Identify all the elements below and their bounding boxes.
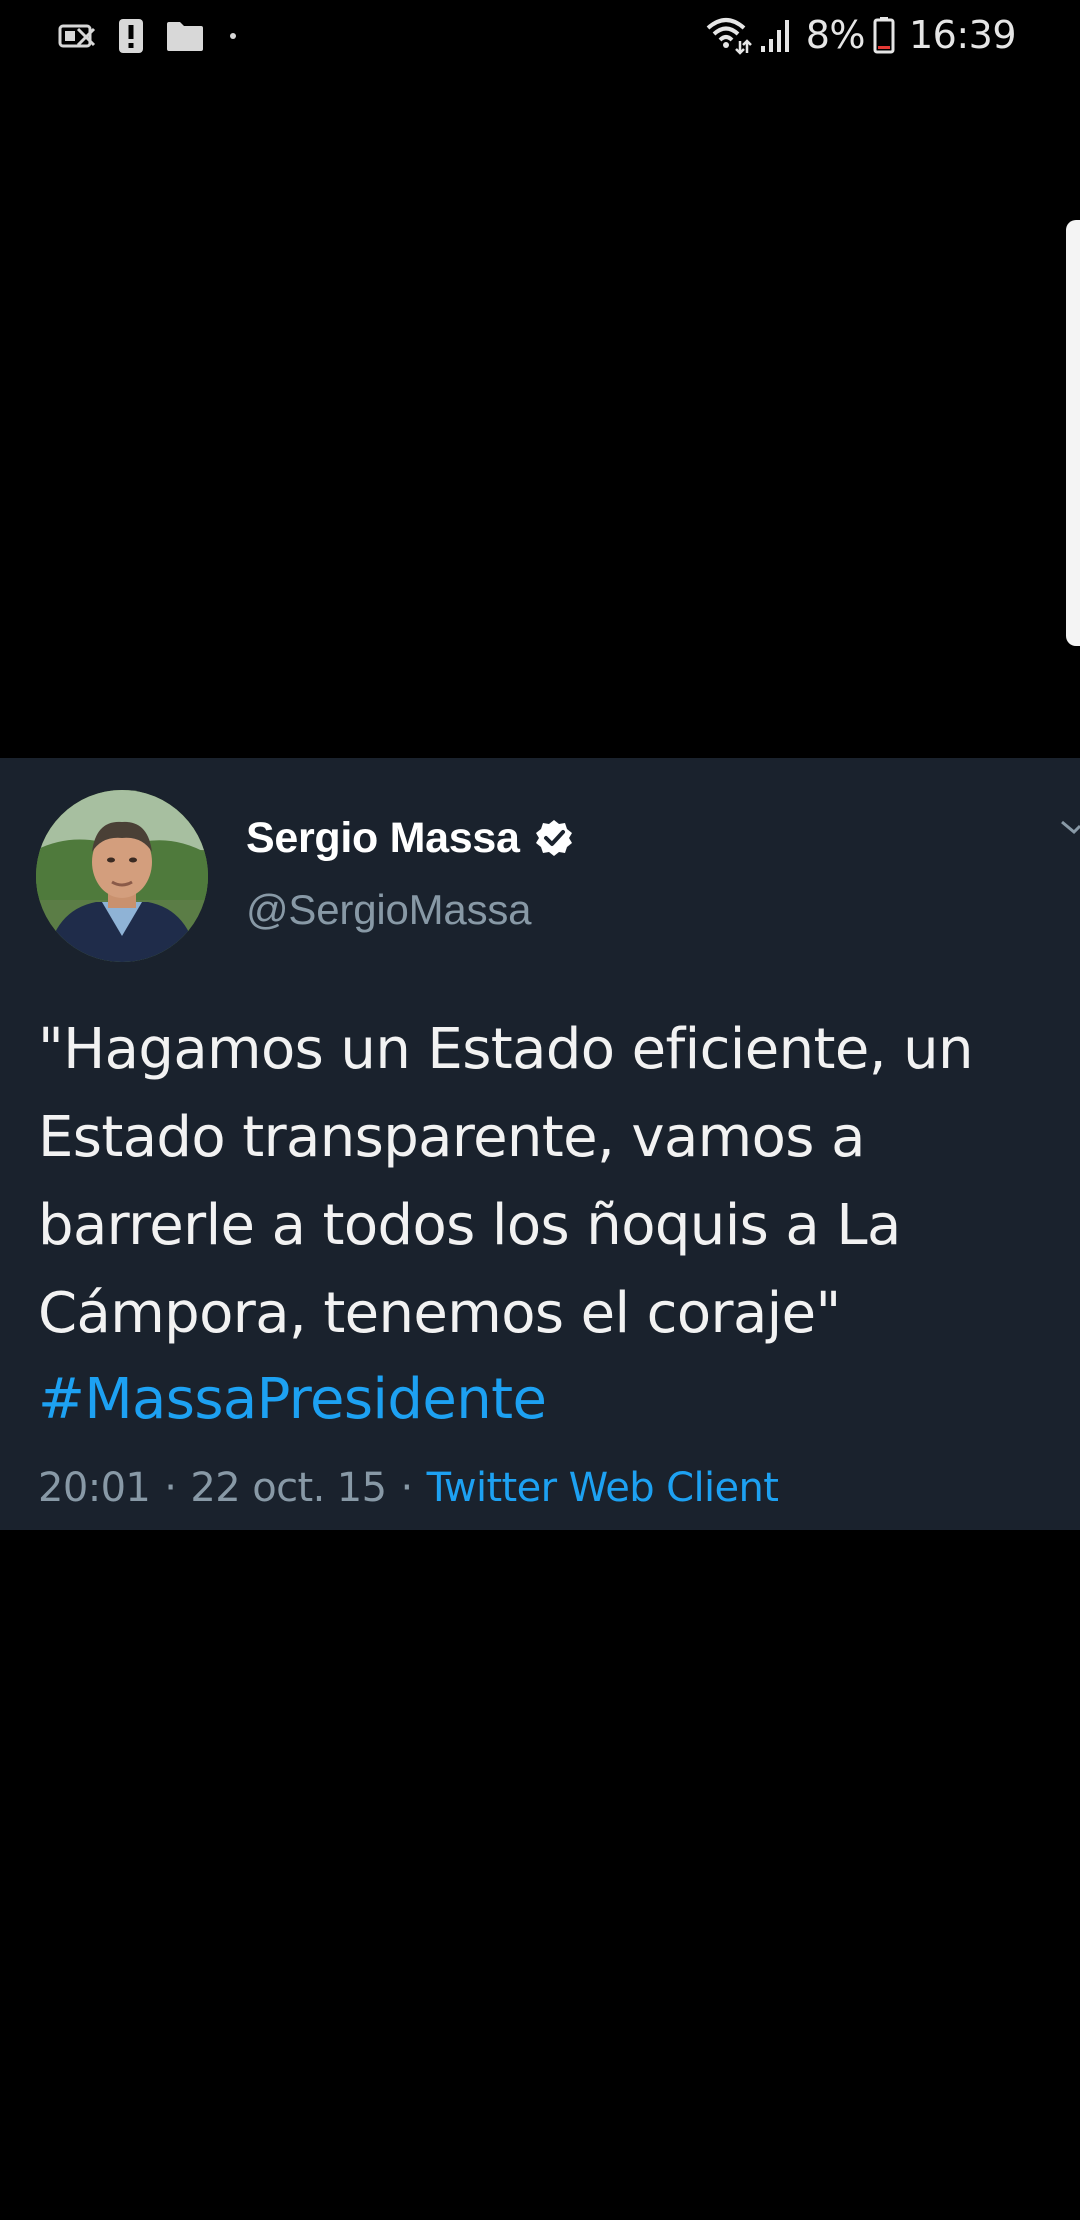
- tweet-text: "Hagamos un Estado eficiente, un Estado …: [38, 1017, 973, 1346]
- user-handle[interactable]: @SergioMassa: [246, 886, 532, 934]
- avatar-image: [36, 790, 208, 962]
- wifi-icon: [706, 18, 752, 55]
- hashtag-link[interactable]: #MassaPresidente: [38, 1356, 547, 1444]
- tweet-time: 20:01: [38, 1465, 151, 1511]
- meta-separator: ·: [400, 1465, 414, 1511]
- meta-separator: ·: [164, 1465, 177, 1511]
- tweet-date: 22 oct. 15: [190, 1465, 387, 1511]
- clock: 16:39: [908, 13, 1017, 57]
- avatar[interactable]: [36, 790, 208, 962]
- verified-badge-icon: [535, 820, 572, 856]
- client-link[interactable]: Twitter Web Client: [427, 1465, 779, 1511]
- no-sim-icon: [58, 24, 96, 48]
- battery-percent: 8%: [805, 13, 866, 57]
- folder-icon: [167, 22, 203, 51]
- tweet-meta: 20:01 · 22 oct. 15 · Twitter Web Client: [38, 1460, 779, 1516]
- status-bar: 8% 16:39: [0, 0, 1080, 72]
- dot-icon: [230, 33, 236, 39]
- edge-panel-handle[interactable]: [1066, 220, 1080, 646]
- status-left-icons: [58, 16, 236, 56]
- battery-icon: [873, 17, 895, 54]
- alert-icon: [119, 19, 143, 53]
- chevron-down-icon[interactable]: [1058, 816, 1080, 838]
- status-right-icons: 8% 16:39: [704, 12, 1017, 58]
- tweet-card[interactable]: Sergio Massa @SergioMassa "Hagamos un Es…: [0, 758, 1080, 1530]
- display-name-row: Sergio Massa: [246, 810, 574, 866]
- signal-icon: [760, 20, 789, 52]
- display-name[interactable]: Sergio Massa: [246, 814, 520, 863]
